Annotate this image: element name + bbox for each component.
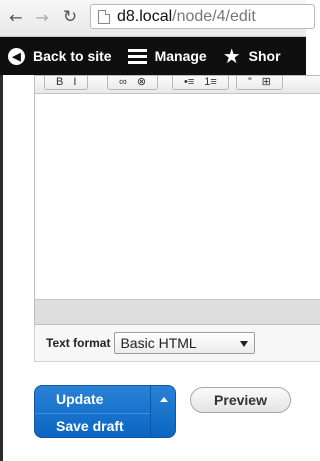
preview-button[interactable]: Preview — [190, 387, 291, 413]
editor-toolbar: B I ∞ ⊗ •≡ 1≡ ” ⊞ — [35, 76, 320, 94]
url-host: d8.local — [117, 7, 173, 25]
tool-group-links: ∞ ⊗ — [107, 76, 159, 90]
editor-content-area[interactable] — [35, 94, 320, 300]
url-path: /node/4/edit — [172, 7, 256, 25]
image-button[interactable]: ⊞ — [262, 76, 271, 89]
chevron-left-icon: ◀ — [8, 47, 25, 65]
back-to-site-label: Back to site — [33, 48, 112, 64]
shortcuts-tab[interactable]: ★ Shor — [215, 37, 289, 75]
italic-button[interactable]: I — [73, 76, 76, 89]
text-format-label: Text format — [46, 336, 111, 350]
split-toggle-button[interactable] — [151, 386, 175, 412]
text-format-value: Basic HTML — [120, 335, 197, 351]
numbered-list-button[interactable]: 1≡ — [204, 76, 217, 89]
tool-group-blocks: ” ⊞ — [236, 76, 283, 90]
bold-button[interactable]: B — [56, 76, 63, 89]
update-button[interactable]: Update — [35, 386, 150, 412]
forward-arrow-icon[interactable]: → — [32, 6, 52, 28]
bulleted-list-button[interactable]: •≡ — [184, 76, 194, 89]
tool-group-lists: •≡ 1≡ — [172, 76, 229, 90]
star-icon: ★ — [222, 44, 241, 68]
save-split-button: Update Save draft — [34, 385, 176, 438]
hamburger-icon — [127, 48, 147, 64]
page-icon — [98, 9, 110, 24]
tool-group-basic: B I — [44, 76, 89, 90]
reload-icon[interactable]: ↻ — [60, 6, 80, 28]
body-editor: B I ∞ ⊗ •≡ 1≡ ” ⊞ — [34, 75, 320, 325]
blockquote-button[interactable]: ” — [248, 76, 252, 89]
save-draft-button[interactable]: Save draft — [35, 413, 150, 437]
browser-chrome: ← → ↻ d8.local/node/4/edit — [0, 0, 315, 37]
manage-tab[interactable]: Manage — [120, 37, 215, 75]
manage-label: Manage — [154, 48, 207, 64]
back-to-site-link[interactable]: ◀ Back to site — [0, 37, 120, 75]
admin-toolbar: ◀ Back to site Manage ★ Shor — [0, 37, 306, 75]
left-edge-bar — [0, 75, 3, 461]
address-bar[interactable]: d8.local/node/4/edit — [90, 4, 315, 29]
editor-status-bar — [35, 299, 320, 324]
shortcuts-label: Shor — [248, 48, 281, 64]
url-text: d8.local/node/4/edit — [117, 8, 256, 26]
unlink-button[interactable]: ⊗ — [137, 76, 146, 89]
text-format-row: Text format Basic HTML — [34, 325, 320, 362]
link-button[interactable]: ∞ — [119, 76, 127, 89]
text-format-select[interactable]: Basic HTML — [114, 332, 256, 354]
back-arrow-icon[interactable]: ← — [6, 6, 26, 28]
chevron-down-icon — [240, 341, 249, 347]
chevron-up-icon — [160, 396, 168, 402]
